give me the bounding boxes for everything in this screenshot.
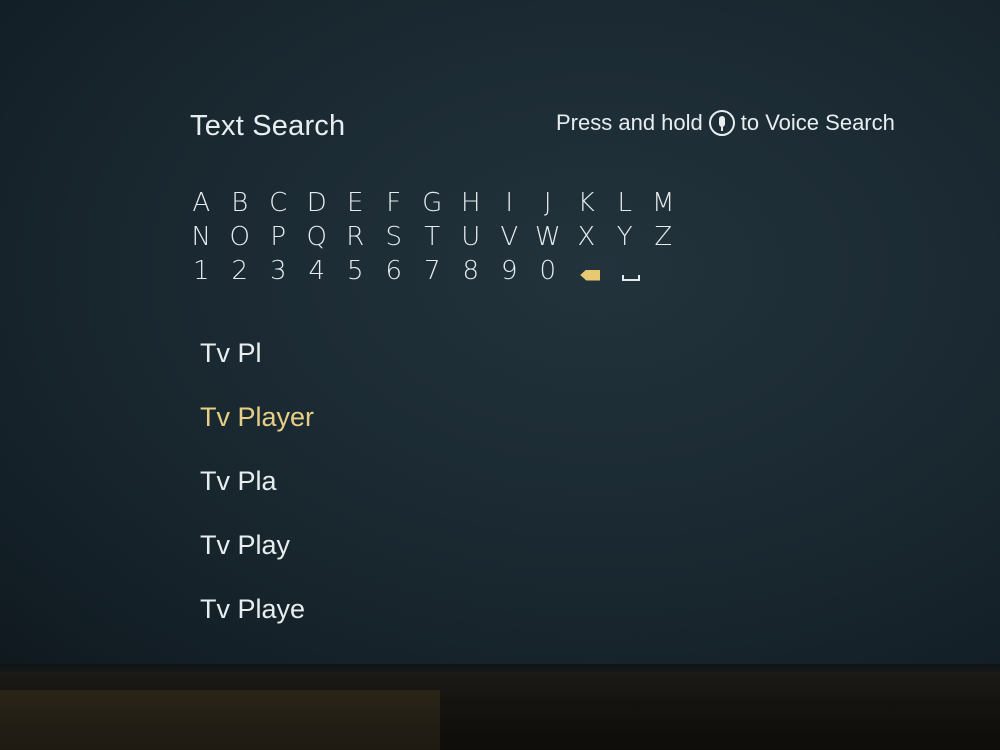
key-c[interactable]: C [259, 186, 298, 220]
key-t[interactable]: T [413, 220, 452, 254]
key-e[interactable]: E [336, 186, 375, 220]
keyboard-row-numbers: 1 2 3 4 5 6 7 8 9 0 [182, 254, 683, 288]
key-i[interactable]: I [490, 186, 529, 220]
key-9[interactable]: 9 [490, 254, 529, 288]
key-5[interactable]: 5 [336, 254, 375, 288]
key-j[interactable]: J [529, 186, 568, 220]
suggestion-item[interactable]: Tv Pl [200, 332, 314, 396]
key-x[interactable]: X [567, 220, 606, 254]
key-h[interactable]: H [452, 186, 491, 220]
key-8[interactable]: 8 [452, 254, 491, 288]
key-g[interactable]: G [413, 186, 452, 220]
key-3[interactable]: 3 [259, 254, 298, 288]
key-7[interactable]: 7 [413, 254, 452, 288]
key-0[interactable]: 0 [529, 254, 568, 288]
space-icon [621, 275, 640, 281]
key-b[interactable]: B [221, 186, 260, 220]
mic-icon [708, 110, 735, 136]
voice-hint-suffix: to Voice Search [740, 110, 895, 135]
tv-stand [0, 690, 440, 750]
key-4[interactable]: 4 [298, 254, 337, 288]
key-p[interactable]: P [259, 220, 298, 254]
tv-screen: Text Search Press and hold to Voice Sear… [0, 0, 1000, 672]
suggestion-item-selected[interactable]: Tv Player [200, 396, 314, 460]
suggestion-item[interactable]: Tv Play [200, 524, 314, 588]
key-u[interactable]: U [452, 220, 491, 254]
voice-hint-prefix: Press and hold [556, 110, 703, 135]
keyboard-row-letters-2: N O P Q R S T U V W X Y Z [182, 220, 683, 254]
search-suggestions: Tv Pl Tv Player Tv Pla Tv Play Tv Playe [200, 332, 314, 652]
key-q[interactable]: Q [298, 220, 337, 254]
key-k[interactable]: K [567, 186, 606, 220]
key-n[interactable]: N [182, 220, 221, 254]
key-f[interactable]: F [375, 186, 414, 220]
key-1[interactable]: 1 [182, 254, 221, 288]
key-d[interactable]: D [298, 186, 337, 220]
key-o[interactable]: O [221, 220, 260, 254]
backspace-icon [580, 269, 601, 281]
key-w[interactable]: W [529, 220, 568, 254]
voice-search-hint: Press and hold to Voice Search [556, 110, 895, 136]
page-title: Text Search [190, 110, 346, 142]
key-r[interactable]: R [336, 220, 375, 254]
key-2[interactable]: 2 [221, 254, 260, 288]
suggestion-item[interactable]: Tv Pla [200, 460, 314, 524]
key-6[interactable]: 6 [375, 254, 414, 288]
key-m[interactable]: M [644, 186, 683, 220]
on-screen-keyboard: A B C D E F G H I J K L M N O P Q R S T … [182, 186, 683, 288]
suggestion-item[interactable]: Tv Playe [200, 588, 314, 652]
key-v[interactable]: V [490, 220, 529, 254]
key-a[interactable]: A [182, 186, 221, 220]
backspace-key[interactable] [567, 262, 606, 281]
key-z[interactable]: Z [644, 220, 683, 254]
key-s[interactable]: S [375, 220, 414, 254]
space-key[interactable] [606, 261, 645, 281]
key-l[interactable]: L [606, 186, 645, 220]
keyboard-row-letters-1: A B C D E F G H I J K L M [182, 186, 683, 220]
key-y[interactable]: Y [606, 220, 645, 254]
